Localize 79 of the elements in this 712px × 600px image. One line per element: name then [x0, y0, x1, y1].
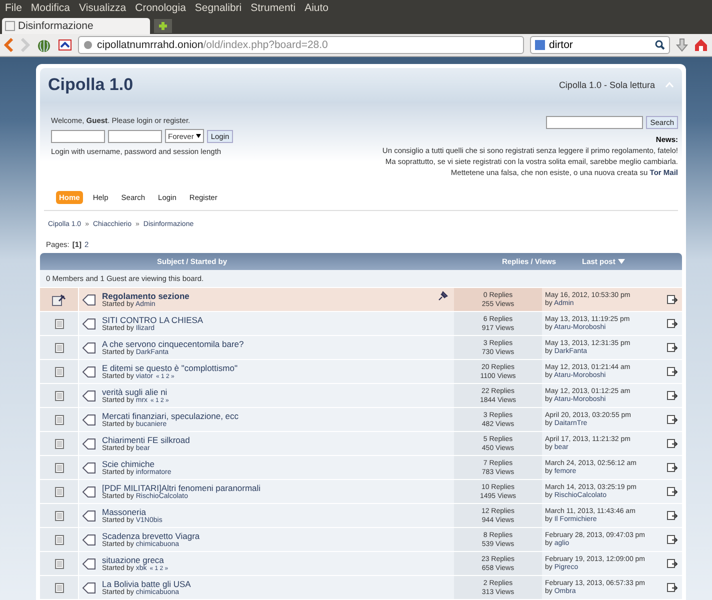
topic-title[interactable]: Chiarimenti FE silkroad — [102, 435, 190, 445]
forum-title: Cipolla 1.0 — [48, 75, 134, 95]
search-icon[interactable] — [655, 40, 665, 50]
last-post-icon[interactable] — [666, 390, 678, 400]
document-icon — [54, 534, 64, 544]
tag-icon — [82, 462, 96, 474]
pinned-document-icon — [52, 294, 66, 306]
browser-tab[interactable]: Disinformazione — [2, 18, 150, 34]
home-icon[interactable] — [694, 38, 708, 52]
tag-icon — [82, 534, 96, 546]
plus-icon — [158, 21, 168, 31]
last-post-icon[interactable] — [666, 294, 678, 304]
menu-item[interactable]: File — [5, 2, 22, 14]
tag-icon — [82, 414, 96, 426]
tag-icon — [82, 294, 96, 306]
address-bar[interactable]: cipollatnumrrahd.onion/old/index.php?board=28.0 — [78, 36, 524, 54]
document-icon — [54, 438, 64, 448]
last-post-icon[interactable] — [666, 486, 678, 496]
sort-arrow-icon — [618, 259, 626, 264]
topic-title[interactable]: verità sugli alie ni — [102, 387, 168, 397]
password-field[interactable] — [108, 130, 162, 142]
menu-item[interactable]: Strumenti — [250, 2, 296, 14]
document-icon — [54, 318, 64, 328]
tag-icon — [82, 342, 96, 354]
last-post-icon[interactable] — [666, 342, 678, 352]
document-icon — [54, 486, 64, 496]
tag-icon — [82, 558, 96, 570]
tag-icon — [82, 486, 96, 498]
globe-icon — [83, 40, 93, 50]
topic-title[interactable]: Scie chimiche — [102, 459, 154, 469]
menu-item[interactable]: Visualizza — [79, 2, 126, 14]
topic-title[interactable]: SITI CONTRO LA CHIESA — [102, 315, 204, 325]
topic-title[interactable]: situazione greca — [102, 555, 164, 565]
last-post-icon[interactable] — [666, 534, 678, 544]
new-tab-button[interactable] — [154, 19, 172, 33]
onion-icon[interactable] — [36, 37, 52, 53]
document-icon — [54, 510, 64, 520]
tag-icon — [82, 438, 96, 450]
last-post-icon[interactable] — [666, 558, 678, 568]
last-post-icon[interactable] — [666, 366, 678, 376]
topic-title[interactable]: Regolamento sezione — [102, 291, 190, 301]
tag-icon — [82, 366, 96, 378]
document-icon — [54, 558, 64, 568]
topic-title[interactable]: Mercati finanziari, speculazione, ecc — [102, 411, 239, 421]
topic-title[interactable]: [PDF MILITARI]Altri fenomeni paranormali — [102, 483, 261, 493]
document-icon — [54, 462, 64, 472]
last-post-icon[interactable] — [666, 510, 678, 520]
dropdown-arrow-icon — [196, 134, 201, 138]
search-field[interactable]: dirtor — [530, 36, 670, 54]
topic-title[interactable]: E ditemi se questo è "complottismo" — [102, 363, 238, 373]
menu-item[interactable]: Segnalibri — [194, 2, 242, 14]
menu-item[interactable]: Modifica — [30, 2, 70, 14]
document-icon — [54, 366, 64, 376]
last-post-icon[interactable] — [666, 414, 678, 424]
tag-icon — [82, 510, 96, 522]
last-post-icon[interactable] — [666, 438, 678, 448]
topic-title[interactable]: Massoneria — [102, 507, 146, 517]
tag-icon — [82, 582, 96, 594]
topic-title[interactable]: La Bolivia batte gli USA — [102, 579, 191, 589]
username-field[interactable] — [51, 130, 105, 142]
document-icon — [54, 342, 64, 352]
last-post-icon[interactable] — [666, 582, 678, 592]
last-post-icon[interactable] — [666, 462, 678, 472]
document-icon — [54, 582, 64, 592]
document-icon — [54, 414, 64, 424]
download-icon[interactable] — [676, 38, 688, 52]
shield-icon[interactable] — [58, 38, 72, 52]
last-post-icon[interactable] — [666, 318, 678, 328]
topic-title[interactable]: Scadenza brevetto Viagra — [102, 531, 200, 541]
pin-icon — [438, 291, 448, 301]
tag-icon — [82, 318, 96, 330]
search-field[interactable] — [546, 116, 644, 129]
forum-subtitle: Cipolla 1.0 - Sola lettura — [558, 80, 655, 90]
document-icon — [54, 390, 64, 400]
menu-item[interactable]: Cronologia — [135, 2, 186, 14]
topic-title[interactable]: A che servono cinquecentomila bare? — [102, 339, 244, 349]
tag-icon — [82, 390, 96, 402]
back-icon[interactable] — [4, 38, 14, 52]
menu-item[interactable]: Aiuto — [304, 2, 328, 14]
